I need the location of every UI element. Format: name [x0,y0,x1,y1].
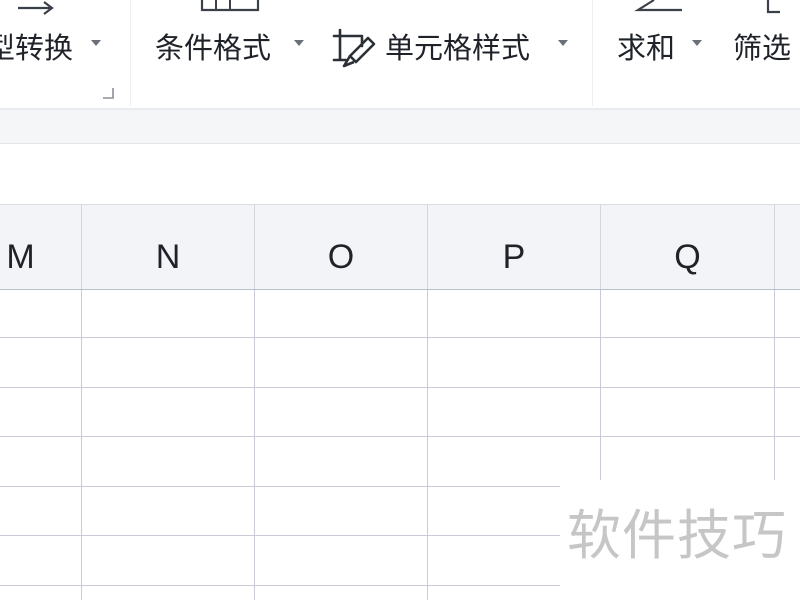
column-header-label: O [327,238,355,276]
column-header-n[interactable]: N [82,205,255,289]
formula-toolbar-band [0,111,800,144]
swap-arrow-icon [18,1,54,15]
row-gridline [0,436,800,437]
type-convert-label: 型转换 [0,31,74,65]
row-gridline [0,387,800,388]
column-header-m[interactable]: M [0,205,82,289]
filter-icon [766,0,780,14]
column-header-label: M [6,238,35,276]
watermark: 软件技巧 [560,480,800,600]
conditional-format-dropdown-icon [294,40,304,46]
sum-sigma-icon [634,0,682,12]
column-header-label: P [502,238,526,276]
dialog-launcher-icon[interactable] [103,88,114,99]
column-header-o[interactable]: O [255,205,428,289]
filter-label: 筛选 [733,31,792,65]
column-header-label: Q [674,238,701,276]
cell-style-dropdown-icon [558,40,568,46]
formula-bar[interactable] [0,144,800,205]
column-header-r[interactable] [775,205,800,289]
conditional-format-icon [200,0,260,12]
cell-style-brush-icon [332,28,376,68]
watermark-text: 软件技巧 [567,504,787,567]
sum-dropdown-icon [692,40,702,46]
sum-label: 求和 [617,31,676,65]
cell-style-label: 单元格样式 [385,31,531,65]
conditional-format-label: 条件格式 [155,31,272,65]
row-gridline [0,337,800,338]
column-header-p[interactable]: P [428,205,601,289]
column-header-label: N [155,238,181,276]
ribbon-toolbar: 型转换 条件格式 单元格样式 求和 筛选 [0,0,800,110]
type-convert-dropdown-icon [91,40,101,46]
column-header-row: M N O P Q [0,205,800,290]
spreadsheet-window: 型转换 条件格式 单元格样式 求和 筛选 M N O P Q 软件技巧 [0,0,800,600]
column-header-q[interactable]: Q [601,205,775,289]
ribbon-separator [130,0,131,106]
ribbon-separator [592,0,593,106]
